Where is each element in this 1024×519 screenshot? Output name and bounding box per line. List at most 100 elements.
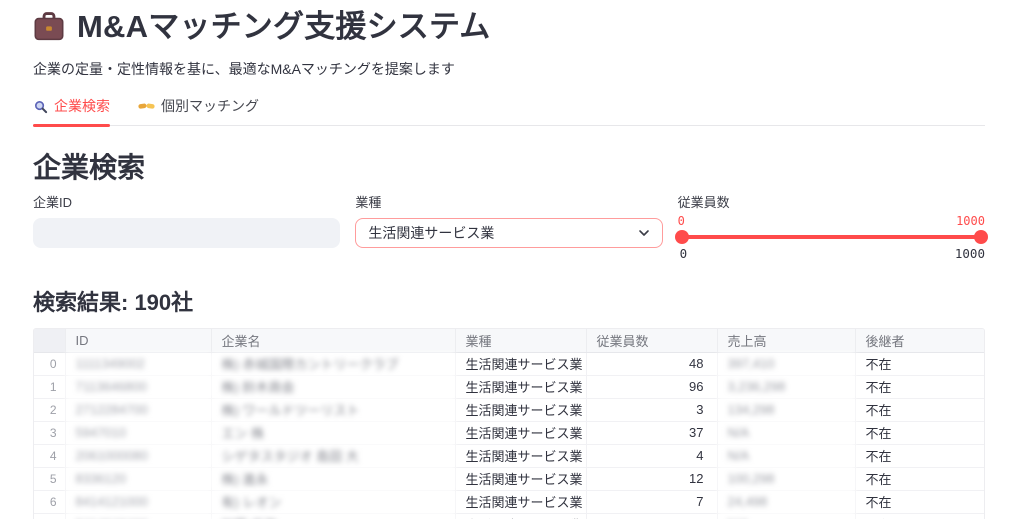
company-id-label: 企業ID: [33, 195, 340, 211]
cell-revenue: 397,410: [717, 352, 855, 375]
header-index: [34, 329, 65, 352]
employees-field: 従業員数 0 1000 0 1000: [678, 195, 985, 261]
results-table: ID 企業名 業種 従業員数 売上高 後継者 0 1111349002 株) 赤…: [34, 329, 984, 519]
page-subtitle: 企業の定量・定性情報を基に、最適なM&Aマッチングを提案します: [33, 59, 985, 79]
header-employees[interactable]: 従業員数: [586, 329, 717, 352]
briefcase-icon: [33, 12, 65, 42]
table-header-row: ID 企業名 業種 従業員数 売上高 後継者: [34, 329, 984, 352]
cell-successor: 不在: [855, 398, 984, 421]
slider-max-label: 1000: [955, 246, 985, 261]
company-id-field: 企業ID: [33, 195, 340, 261]
cell-company-name: 株) 進永: [211, 467, 455, 490]
row-index: 0: [34, 352, 65, 375]
cell-employees: 7: [586, 490, 717, 513]
cell-employees: 12: [586, 467, 717, 490]
cell-id: 8336120: [65, 467, 211, 490]
chevron-down-icon: [638, 227, 650, 239]
results-table-body: 0 1111349002 株) 赤城国際カントリークラブ 生活関連サービス業 4…: [34, 352, 984, 519]
header-company-name[interactable]: 企業名: [211, 329, 455, 352]
table-row[interactable]: 3 5947010 エン 株 生活関連サービス業 37 N/A 不在: [34, 421, 984, 444]
cell-successor: 不在: [855, 444, 984, 467]
cell-revenue: 3,236,298: [717, 375, 855, 398]
tab-bar: 企業検索 個別マッチング: [33, 96, 985, 126]
cell-successor: 不在: [855, 421, 984, 444]
cell-id: 7113646800: [65, 375, 211, 398]
slider-min-label: 0: [680, 246, 688, 261]
slider-value-high: 1000: [956, 214, 985, 228]
industry-select[interactable]: 生活関連サービス業: [355, 218, 662, 248]
results-table-container[interactable]: ID 企業名 業種 従業員数 売上高 後継者 0 1111349002 株) 赤…: [33, 328, 985, 519]
table-row[interactable]: 6 8414121000 有) レオン 生活関連サービス業 7 24,498 不…: [34, 490, 984, 513]
tab-company-search[interactable]: 企業検索: [33, 96, 110, 125]
cell-successor: 不在: [855, 513, 984, 519]
cell-revenue: N/A: [717, 513, 855, 519]
industry-label: 業種: [355, 195, 662, 211]
slider-value-low: 0: [678, 214, 685, 228]
cell-employees: 96: [586, 375, 717, 398]
row-index: 2: [34, 398, 65, 421]
results-count-title: 検索結果: 190社: [33, 285, 985, 317]
cell-employees: 48: [586, 352, 717, 375]
table-row[interactable]: 2 2712284700 株) ワールドツーリスト 生活関連サービス業 3 13…: [34, 398, 984, 421]
cell-revenue: N/A: [717, 421, 855, 444]
header-id[interactable]: ID: [65, 329, 211, 352]
slider-track[interactable]: [678, 235, 985, 239]
header-revenue[interactable]: 売上高: [717, 329, 855, 352]
cell-successor: 不在: [855, 490, 984, 513]
cell-industry: 生活関連サービス業: [455, 375, 586, 398]
cell-revenue: 24,498: [717, 490, 855, 513]
cell-industry: 生活関連サービス業: [455, 352, 586, 375]
table-row[interactable]: 4 2061000080 シゲタスタジオ 島田 大 生活関連サービス業 4 N/…: [34, 444, 984, 467]
slider-thumb-high[interactable]: [974, 230, 988, 244]
cell-industry: 生活関連サービス業: [455, 467, 586, 490]
cell-industry: 生活関連サービス業: [455, 421, 586, 444]
cell-employees: 37: [586, 421, 717, 444]
cell-id: 5947010: [65, 421, 211, 444]
company-id-input[interactable]: [33, 218, 340, 248]
cell-successor: 不在: [855, 467, 984, 490]
header-successor[interactable]: 後継者: [855, 329, 984, 352]
cell-employees: 4: [586, 444, 717, 467]
cell-industry: 生活関連サービス業: [455, 513, 586, 519]
cell-employees: 2: [586, 513, 717, 519]
row-index: 7: [34, 513, 65, 519]
search-icon: [33, 99, 48, 114]
cell-company-name: シゲタスタジオ 島田 大: [211, 444, 455, 467]
app-header: M&Aマッチング支援システム: [33, 8, 985, 46]
table-row[interactable]: 5 8336120 株) 進永 生活関連サービス業 12 100,298 不在: [34, 467, 984, 490]
cell-id: 8414043400: [65, 513, 211, 519]
cell-industry: 生活関連サービス業: [455, 398, 586, 421]
cell-successor: 不在: [855, 352, 984, 375]
app-root: M&Aマッチング支援システム 企業の定量・定性情報を基に、最適なM&Aマッチング…: [0, 0, 1024, 519]
search-form: 企業ID 業種 生活関連サービス業 従業員数 0 1000 0 1000: [33, 195, 985, 261]
header-industry[interactable]: 業種: [455, 329, 586, 352]
cell-id: 2061000080: [65, 444, 211, 467]
cell-company-name: 株) 赤城国際カントリークラブ: [211, 352, 455, 375]
section-title: 企業検索: [33, 146, 985, 186]
row-index: 3: [34, 421, 65, 444]
cell-employees: 3: [586, 398, 717, 421]
cell-industry: 生活関連サービス業: [455, 490, 586, 513]
handshake-icon: [138, 100, 155, 112]
cell-company-name: 有) レオン: [211, 490, 455, 513]
row-index: 5: [34, 467, 65, 490]
table-row[interactable]: 7 8414043400 加藤 広海 生活関連サービス業 2 N/A 不在: [34, 513, 984, 519]
table-row[interactable]: 0 1111349002 株) 赤城国際カントリークラブ 生活関連サービス業 4…: [34, 352, 984, 375]
industry-selected-value: 生活関連サービス業: [368, 223, 494, 243]
table-row[interactable]: 1 7113646800 株) 鈴木商会 生活関連サービス業 96 3,236,…: [34, 375, 984, 398]
employees-range-slider: 0 1000 0 1000: [678, 213, 985, 261]
cell-successor: 不在: [855, 375, 984, 398]
tab-individual-matching[interactable]: 個別マッチング: [138, 96, 259, 125]
cell-company-name: 株) ワールドツーリスト: [211, 398, 455, 421]
cell-company-name: 加藤 広海: [211, 513, 455, 519]
industry-field: 業種 生活関連サービス業: [355, 195, 662, 261]
cell-revenue: 100,298: [717, 467, 855, 490]
cell-revenue: 134,298: [717, 398, 855, 421]
page-title: M&Aマッチング支援システム: [77, 8, 490, 46]
row-index: 6: [34, 490, 65, 513]
cell-company-name: 株) 鈴木商会: [211, 375, 455, 398]
slider-thumb-low[interactable]: [675, 230, 689, 244]
row-index: 1: [34, 375, 65, 398]
cell-id: 1111349002: [65, 352, 211, 375]
tab-label: 企業検索: [54, 96, 110, 116]
